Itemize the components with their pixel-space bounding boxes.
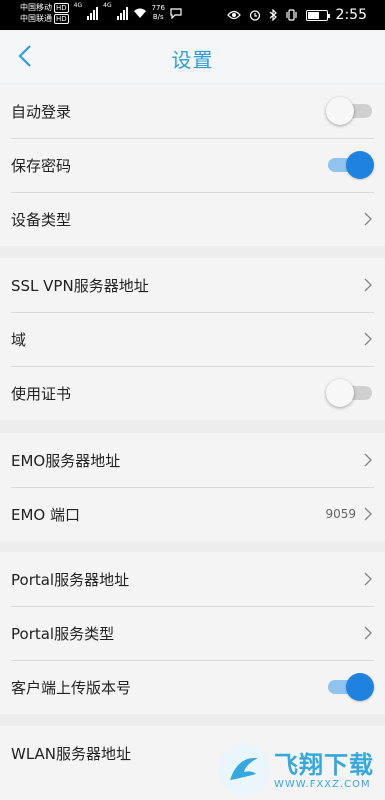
setting-label: 使用证书 bbox=[11, 384, 72, 403]
setting-label: 客户端上传版本号 bbox=[11, 678, 132, 697]
watermark-text: 飞翔下载 WWW.FXXZ.COM bbox=[274, 751, 374, 790]
watermark: 飞翔下载 WWW.FXXZ.COM bbox=[218, 740, 385, 800]
chat-icon bbox=[170, 7, 182, 19]
status-right: 2:55 bbox=[226, 7, 367, 23]
watermark-sub: WWW.FXXZ.COM bbox=[274, 778, 371, 790]
use-certificate-toggle[interactable] bbox=[326, 379, 374, 407]
app-header: 设置 bbox=[0, 30, 385, 83]
setting-label: Portal服务类型 bbox=[11, 624, 115, 643]
status-bar: 中国移动 HD 中国联通 HD 4G 4G 776 B/s 2:55 bbox=[0, 0, 385, 30]
settings-group-login: 自动登录 保存密码 设备类型 bbox=[0, 84, 385, 246]
setting-row-device-type[interactable]: 设备类型 bbox=[0, 192, 385, 246]
chevron-right-icon bbox=[362, 506, 374, 522]
status-left: 中国移动 HD 中国联通 HD 4G 4G 776 B/s bbox=[20, 2, 182, 24]
signal-icon bbox=[116, 6, 128, 20]
vibrate-icon bbox=[285, 9, 297, 21]
page-title: 设置 bbox=[171, 48, 214, 72]
settings-group-emo: EMO服务器地址 EMO 端口 9059 bbox=[0, 433, 385, 541]
bluetooth-icon bbox=[269, 9, 277, 21]
setting-row-domain[interactable]: 域 bbox=[0, 312, 385, 366]
carrier-2: 中国联通 bbox=[20, 14, 52, 23]
setting-label: SSL VPN服务器地址 bbox=[11, 276, 149, 295]
settings-group-vpn: SSL VPN服务器地址 域 使用证书 bbox=[0, 258, 385, 420]
network-speed: 776 B/s bbox=[152, 4, 165, 22]
setting-label: 保存密码 bbox=[11, 156, 72, 175]
setting-row-auto-login[interactable]: 自动登录 bbox=[0, 84, 385, 138]
settings-group-portal: Portal服务器地址 Portal服务类型 客户端上传版本号 bbox=[0, 552, 385, 714]
signal-icon bbox=[87, 6, 99, 20]
battery-level bbox=[307, 11, 319, 19]
clock: 2:55 bbox=[335, 7, 367, 23]
setting-label: 域 bbox=[11, 330, 27, 349]
hd-badge: HD bbox=[54, 3, 69, 13]
chevron-right-icon bbox=[362, 331, 374, 347]
network-type-1: 4G bbox=[73, 2, 83, 9]
network-type-2: 4G bbox=[103, 2, 112, 9]
eye-icon bbox=[226, 10, 241, 20]
battery-icon bbox=[305, 9, 330, 21]
watermark-main: 飞翔下载 bbox=[274, 750, 374, 779]
auto-login-toggle[interactable] bbox=[326, 97, 374, 125]
setting-row-portal-service-type[interactable]: Portal服务类型 bbox=[0, 606, 385, 660]
emo-port-value: 9059 bbox=[325, 507, 356, 521]
upload-version-toggle[interactable] bbox=[326, 673, 374, 701]
setting-label: Portal服务器地址 bbox=[11, 570, 130, 589]
setting-label: 自动登录 bbox=[11, 102, 72, 121]
setting-label: EMO 端口 bbox=[11, 505, 80, 524]
setting-row-upload-version[interactable]: 客户端上传版本号 bbox=[0, 660, 385, 714]
setting-row-use-certificate[interactable]: 使用证书 bbox=[0, 366, 385, 420]
setting-label: 设备类型 bbox=[11, 210, 72, 229]
watermark-logo-icon bbox=[218, 744, 270, 796]
carrier-info: 中国移动 HD 中国联通 HD bbox=[20, 2, 69, 24]
speed-unit: B/s bbox=[152, 13, 164, 21]
chevron-right-icon bbox=[362, 571, 374, 587]
setting-row-portal-server[interactable]: Portal服务器地址 bbox=[0, 552, 385, 606]
chevron-right-icon bbox=[362, 277, 374, 293]
setting-row-save-password[interactable]: 保存密码 bbox=[0, 138, 385, 192]
chevron-right-icon bbox=[362, 452, 374, 468]
chevron-right-icon bbox=[362, 211, 374, 227]
wifi-icon bbox=[133, 8, 146, 18]
carrier-1: 中国移动 bbox=[20, 3, 52, 12]
setting-label: EMO服务器地址 bbox=[11, 451, 121, 470]
setting-row-ssl-vpn-server[interactable]: SSL VPN服务器地址 bbox=[0, 258, 385, 312]
save-password-toggle[interactable] bbox=[326, 151, 374, 179]
speed-value: 776 bbox=[151, 4, 165, 12]
alarm-icon bbox=[249, 10, 260, 21]
chevron-right-icon bbox=[362, 625, 374, 641]
setting-row-emo-server[interactable]: EMO服务器地址 bbox=[0, 433, 385, 487]
hd-badge: HD bbox=[54, 14, 69, 24]
setting-row-emo-port[interactable]: EMO 端口 9059 bbox=[0, 487, 385, 541]
